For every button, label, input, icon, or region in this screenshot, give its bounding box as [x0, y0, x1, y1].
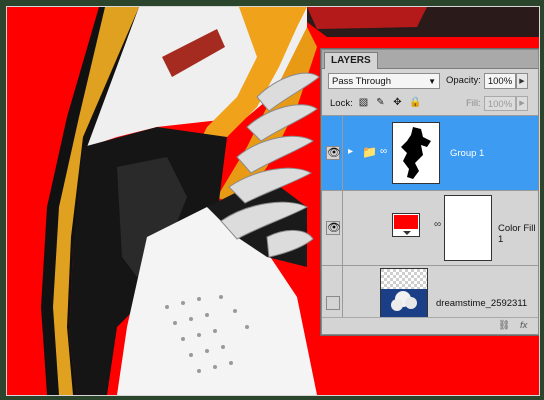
blend-opacity-row: Pass Through ▼ Opacity: 100% ▶	[322, 69, 538, 93]
layer-row-image[interactable]: dreamstime_2592311	[322, 266, 538, 318]
panel-footer: ⛓ fx	[322, 317, 538, 334]
visibility-toggle[interactable]: 👁	[326, 221, 341, 235]
lock-icons: ▧ ✎ ✥ 🔒	[358, 97, 422, 108]
layer-row-group[interactable]: 👁 ▸ 📁 ∞ Group 1	[322, 116, 538, 191]
visibility-toggle[interactable]: 👁	[326, 146, 341, 160]
folder-icon: 📁	[362, 145, 377, 159]
opacity-input[interactable]: 100%	[484, 73, 516, 89]
fill-arrow-icon	[403, 231, 411, 235]
opacity-slider-button[interactable]: ▶	[516, 73, 528, 89]
layer-name[interactable]: Group 1	[450, 148, 484, 159]
eye-icon: 👁	[327, 222, 341, 234]
lock-label: Lock:	[330, 98, 353, 109]
fill-adjustment-thumbnail[interactable]	[392, 213, 420, 237]
layer-mask-thumbnail[interactable]	[444, 195, 492, 261]
lock-image-icon[interactable]: ✎	[375, 97, 386, 108]
photo-frame: LAYERS Pass Through ▼ Opacity: 100% ▶ Lo…	[0, 0, 544, 400]
blend-mode-value: Pass Through	[332, 76, 391, 87]
layer-name[interactable]: dreamstime_2592311	[436, 298, 527, 309]
divider	[342, 116, 343, 190]
eye-icon: 👁	[327, 147, 341, 159]
canvas-area[interactable]: LAYERS Pass Through ▼ Opacity: 100% ▶ Lo…	[6, 6, 540, 396]
visibility-toggle-off[interactable]	[326, 296, 340, 310]
layers-panel: LAYERS Pass Through ▼ Opacity: 100% ▶ Lo…	[321, 49, 539, 335]
fx-button[interactable]: fx	[520, 320, 527, 331]
mask-silhouette-icon	[401, 127, 431, 179]
layer-name[interactable]: Color Fill 1	[498, 223, 538, 245]
fill-input[interactable]: 100%	[484, 96, 516, 111]
layer-row-color-fill[interactable]: 👁 ∞ Color Fill 1	[322, 191, 538, 266]
fill-slider-button[interactable]: ▶	[516, 96, 528, 111]
blend-mode-select[interactable]: Pass Through ▼	[328, 73, 440, 89]
link-icon[interactable]: ∞	[380, 146, 387, 157]
fill-label: Fill:	[466, 98, 481, 109]
opacity-label: Opacity:	[446, 75, 481, 86]
expand-arrow-icon[interactable]: ▸	[348, 146, 353, 157]
lock-position-icon[interactable]: ✥	[392, 97, 403, 108]
lock-all-icon[interactable]: 🔒	[409, 97, 421, 108]
layer-image-thumbnail[interactable]	[380, 268, 428, 318]
chevron-down-icon: ▼	[428, 77, 436, 86]
lock-transparent-icon[interactable]: ▧	[358, 97, 369, 108]
image-thumbnail-icon	[381, 269, 427, 317]
tab-layers[interactable]: LAYERS	[324, 52, 378, 69]
lock-fill-row: Lock: ▧ ✎ ✥ 🔒 Fill: 100% ▶	[322, 93, 538, 116]
fill-color-swatch	[394, 215, 418, 229]
divider	[342, 191, 343, 265]
divider	[342, 266, 343, 318]
panel-tab-bar: LAYERS	[322, 50, 538, 69]
layer-mask-thumbnail[interactable]	[392, 122, 440, 184]
link-icon[interactable]: ∞	[434, 219, 441, 230]
link-layers-icon[interactable]: ⛓	[498, 320, 510, 331]
